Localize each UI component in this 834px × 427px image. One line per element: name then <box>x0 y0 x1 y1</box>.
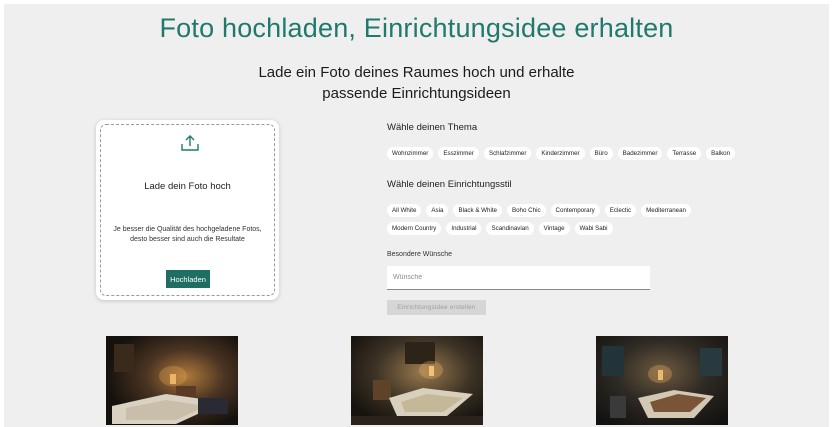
style-chip-asia[interactable]: Asia <box>426 204 449 217</box>
theme-chip-balkon[interactable]: Balkon <box>706 147 736 160</box>
style-chip-mediterranean[interactable]: Mediterranean <box>641 204 691 217</box>
page-container: Foto hochladen, Einrichtungsidee erhalte… <box>4 4 829 427</box>
style-chip-modern-country[interactable]: Modern Country <box>387 222 442 235</box>
style-chip-contemporary[interactable]: Contemporary <box>550 204 600 217</box>
wishes-input[interactable] <box>387 266 650 290</box>
style-options: All White Asia Black & White Boho Chic C… <box>387 204 697 235</box>
theme-heading: Wähle deinen Thema <box>387 122 478 133</box>
style-heading: Wähle deinen Einrichtungsstil <box>387 179 512 190</box>
result-image-2[interactable] <box>351 336 483 425</box>
bedroom-image <box>106 336 238 425</box>
subtitle-line-1: Lade ein Foto deines Raumes hoch und erh… <box>258 64 575 81</box>
style-chip-black-white[interactable]: Black & White <box>453 204 502 217</box>
livingroom-image <box>351 336 483 425</box>
theme-chip-esszimmer[interactable]: Esszimmer <box>438 147 479 160</box>
style-chip-boho-chic[interactable]: Boho Chic <box>506 204 546 217</box>
upload-button[interactable]: Hochladen <box>166 270 210 288</box>
upload-label: Lade dein Foto hoch <box>144 181 231 192</box>
upload-dropzone[interactable]: Lade dein Foto hoch Je besser die Qualit… <box>96 120 279 300</box>
theme-options: Wohnzimmer Esszimmer Schlafzimmer Kinder… <box>387 147 747 160</box>
upload-dropzone-border: Lade dein Foto hoch Je besser die Qualit… <box>100 124 275 296</box>
style-chip-wabi-sabi[interactable]: Wabi Sabi <box>574 222 613 235</box>
create-idea-button[interactable]: Einrichtungsidee erstellen <box>387 300 486 315</box>
theme-chip-terrasse[interactable]: Terrasse <box>667 147 702 160</box>
style-chip-eclectic[interactable]: Eclectic <box>604 204 637 217</box>
style-chip-industrial[interactable]: Industrial <box>446 222 482 235</box>
theme-chip-wohnzimmer[interactable]: Wohnzimmer <box>387 147 434 160</box>
page-subtitle: Lade ein Foto deines Raumes hoch und erh… <box>4 62 829 104</box>
subtitle-line-2: passende Einrichtungsideen <box>322 85 511 102</box>
theme-chip-badezimmer[interactable]: Badezimmer <box>617 147 663 160</box>
style-chip-vintage[interactable]: Vintage <box>538 222 570 235</box>
wishes-label: Besondere Wünsche <box>387 251 452 258</box>
page-title: Foto hochladen, Einrichtungsidee erhalte… <box>159 13 674 43</box>
theme-chip-buero[interactable]: Büro <box>589 147 613 160</box>
upload-hint: Je besser die Qualität des hochgeladene … <box>113 226 262 243</box>
style-chip-scandinavian[interactable]: Scandinavian <box>486 222 534 235</box>
upload-icon <box>181 135 199 151</box>
style-chip-all-white[interactable]: All White <box>387 204 422 217</box>
result-image-1[interactable] <box>106 336 238 425</box>
theme-chip-kinderzimmer[interactable]: Kinderzimmer <box>536 147 585 160</box>
result-image-3[interactable] <box>596 336 728 425</box>
theme-chip-schlafzimmer[interactable]: Schlafzimmer <box>483 147 532 160</box>
guestroom-image <box>596 336 728 425</box>
